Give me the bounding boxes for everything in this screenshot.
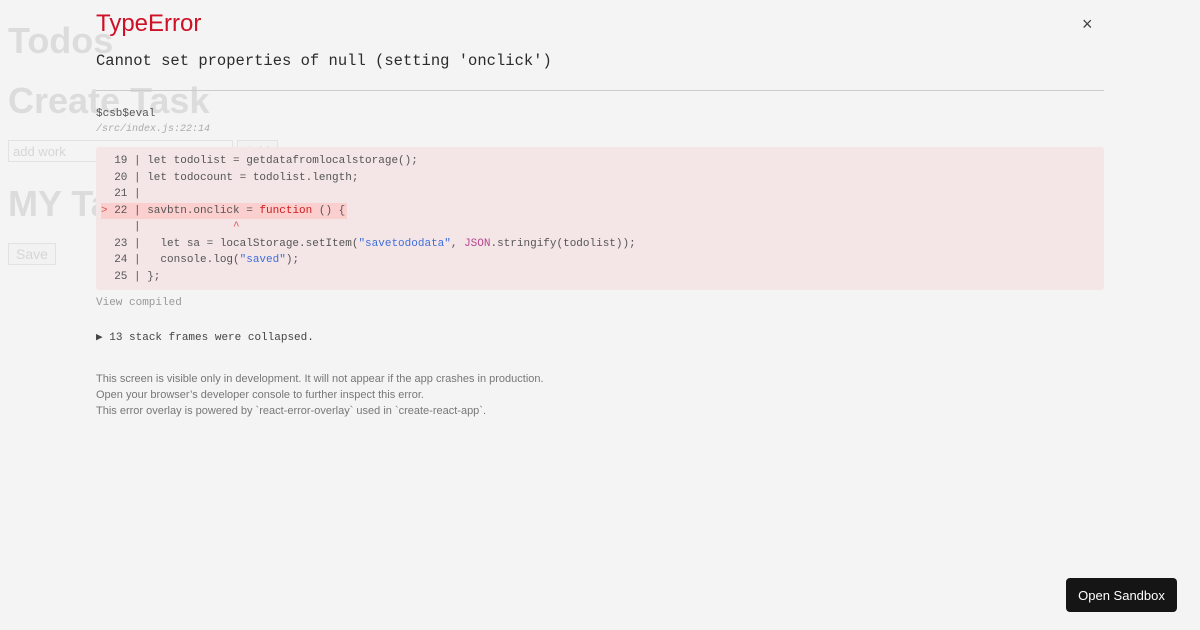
error-message: Cannot set properties of null (setting '… <box>96 52 552 70</box>
collapsed-frames-toggle[interactable]: ▶ 13 stack frames were collapsed. <box>96 330 314 344</box>
code-line: 24 | console.log("saved"); <box>114 254 300 266</box>
overlay-footer: This screen is visible only in developme… <box>96 371 544 419</box>
stack-location[interactable]: /src/index.js:22:14 <box>96 124 210 135</box>
save-button[interactable]: Save <box>8 243 56 265</box>
footer-line: This error overlay is powered by `react-… <box>96 405 487 417</box>
code-line: 19 | let todolist = getdatafromlocalstor… <box>114 155 418 167</box>
code-line: 20 | let todocount = todolist.length; <box>114 171 359 184</box>
code-line: 21 | <box>114 188 148 200</box>
open-sandbox-button[interactable]: Open Sandbox <box>1066 578 1177 612</box>
code-line: | ^ <box>114 221 240 233</box>
footer-line: Open your browser’s developer console to… <box>96 389 424 401</box>
code-line: 25 | }; <box>114 270 161 283</box>
error-type: TypeError <box>96 10 202 37</box>
code-line: > 22 | savbtn.onclick = function () { <box>96 202 1104 219</box>
stack-function-name: $csb$eval <box>96 108 156 120</box>
footer-line: This screen is visible only in developme… <box>96 373 544 385</box>
code-line: 23 | let sa = localStorage.setItem("save… <box>114 237 636 250</box>
divider <box>96 90 1104 91</box>
close-icon[interactable]: × <box>1082 14 1093 35</box>
code-frame: 19 | let todolist = getdatafromlocalstor… <box>96 147 1104 290</box>
view-compiled-link[interactable]: View compiled <box>96 297 182 309</box>
